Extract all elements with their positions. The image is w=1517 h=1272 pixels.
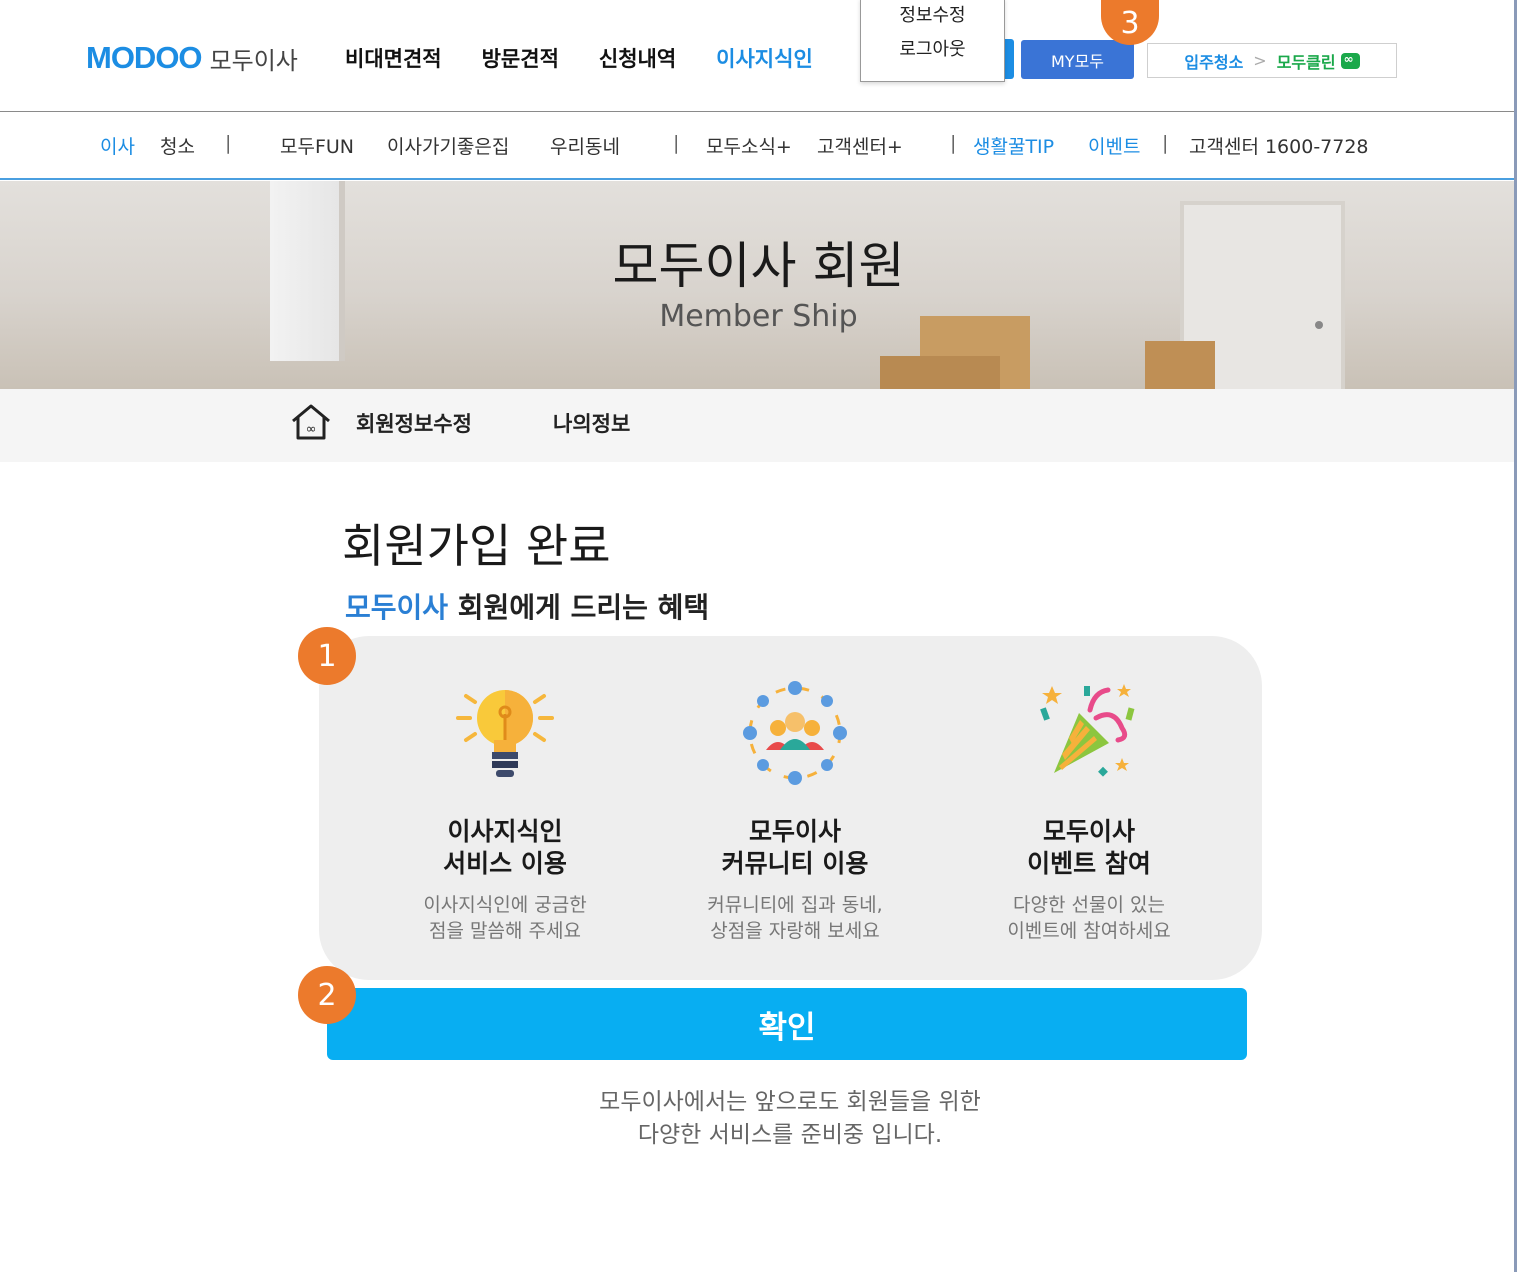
subnav-good-homes[interactable]: 이사가기좋은집 xyxy=(387,132,509,159)
annotation-badge-1: 1 xyxy=(298,627,356,685)
notice-text: 모두이사에서는 앞으로도 회원들을 위한 다양한 서비스를 준비중 입니다. xyxy=(0,1086,1517,1152)
hero-banner: 모두이사 회원 Member Ship xyxy=(0,181,1517,389)
notice-line2: 다양한 서비스를 준비중 입니다. xyxy=(637,1122,943,1148)
hero-subtitle: Member Ship xyxy=(659,299,858,334)
confirm-button[interactable]: 확인 xyxy=(327,988,1247,1060)
clean-service-link[interactable]: 입주청소 > 모두클린 xyxy=(1147,43,1397,78)
top-header: MODOO 모두이사 비대면견적 방문견적 신청내역 이사지식인 MY모두 입주… xyxy=(0,0,1517,112)
benefits-subtitle: 모두이사 회원에게 드리는 혜택 xyxy=(345,586,709,626)
subnav-customer-center-plus[interactable]: 고객센터+ xyxy=(817,132,903,159)
nav-remote-estimate[interactable]: 비대면견적 xyxy=(345,43,442,73)
modoo-clean-link[interactable]: 모두클린 xyxy=(1277,49,1336,73)
modoo-clean-logo-icon xyxy=(1340,52,1360,69)
customer-center-phone: 고객센터 1600-7728 xyxy=(1189,136,1369,158)
logo-text: 모두이사 xyxy=(209,46,298,75)
benefit-title-line1: 모두이사 xyxy=(1042,817,1135,846)
nav-visit-estimate[interactable]: 방문견적 xyxy=(482,43,559,73)
lightbulb-icon xyxy=(456,690,554,777)
menu-item-edit-info[interactable]: 정보수정 xyxy=(861,0,1004,29)
subnav-events[interactable]: 이벤트 xyxy=(1088,132,1140,159)
benefit-title: 모두이사커뮤니티 이용 xyxy=(645,816,945,880)
menu-item-logout[interactable]: 로그아웃 xyxy=(861,29,1004,67)
benefit-title: 이사지식인서비스 이용 xyxy=(355,816,655,880)
sub-nav: 이사 청소 | 모두FUN 이사가기좋은집 우리동네 | 모두소식+ 고객센터+… xyxy=(0,112,1517,180)
logo-mark: MODOO xyxy=(86,40,203,75)
benefit-description: 커뮤니티에 집과 동네, 상점을 자랑해 보세요 xyxy=(645,892,945,944)
benefit-title-line1: 이사지식인 xyxy=(447,817,563,846)
benefit-desc-line1: 이사지식인에 궁금한 xyxy=(423,894,587,916)
hero-title: 모두이사 회원 xyxy=(612,237,905,295)
notice-line1: 모두이사에서는 앞으로도 회원들을 위한 xyxy=(599,1089,981,1115)
breadcrumb xyxy=(0,389,1517,462)
subnav-neighborhood[interactable]: 우리동네 xyxy=(550,132,620,159)
benefit-title-line2: 서비스 이용 xyxy=(443,849,567,878)
page-title: 회원가입 완료 xyxy=(342,519,611,573)
breadcrumb-my-info[interactable]: 나의정보 xyxy=(553,408,630,438)
benefit-title: 모두이사이벤트 참여 xyxy=(939,816,1239,880)
divider: | xyxy=(225,132,232,154)
brand-highlight: 모두이사 xyxy=(345,591,449,624)
hero-box-decoration xyxy=(1145,341,1215,389)
benefit-description: 다양한 선물이 있는이벤트에 참여하세요 xyxy=(939,892,1239,944)
my-modoo-button[interactable]: MY모두 xyxy=(1021,40,1134,79)
user-dropdown-menu: 정보수정 로그아웃 xyxy=(860,0,1005,82)
benefit-title-line2: 이벤트 참여 xyxy=(1027,849,1151,878)
breadcrumb-edit-member-info[interactable]: 회원정보수정 xyxy=(356,408,472,438)
subnav-modoo-fun[interactable]: 모두FUN xyxy=(280,132,354,159)
benefit-description: 이사지식인에 궁금한점을 말씀해 주세요 xyxy=(355,892,655,944)
nav-moving-qna[interactable]: 이사지식인 xyxy=(716,43,813,73)
logo[interactable]: MODOO 모두이사 xyxy=(86,40,298,76)
subnav-life-tips[interactable]: 생활꿀TIP xyxy=(973,132,1054,159)
subtitle-text: 회원에게 드리는 혜택 xyxy=(448,591,710,624)
nav-application-history[interactable]: 신청내역 xyxy=(599,43,676,73)
benefits-panel: 이사지식인서비스 이용 이사지식인에 궁금한점을 말씀해 주세요 모두이사커뮤니… xyxy=(319,636,1262,980)
divider: | xyxy=(950,132,957,154)
community-icon xyxy=(743,681,847,785)
home-icon[interactable]: ∞ xyxy=(290,402,332,442)
party-popper-icon xyxy=(1040,684,1135,777)
subnav-cleaning[interactable]: 청소 xyxy=(160,132,195,159)
move-in-cleaning-link[interactable]: 입주청소 xyxy=(1184,49,1243,73)
benefit-desc-line2: 상점을 자랑해 보세요 xyxy=(710,920,880,942)
svg-text:∞: ∞ xyxy=(306,422,317,437)
subnav-moving[interactable]: 이사 xyxy=(100,132,135,159)
benefit-title-line2: 커뮤니티 이용 xyxy=(721,849,869,878)
hero-box-decoration xyxy=(880,356,1000,389)
benefit-desc-line1: 커뮤니티에 집과 동네, xyxy=(707,894,883,916)
subnav-modoo-news[interactable]: 모두소식+ xyxy=(706,132,792,159)
divider: | xyxy=(1162,132,1169,154)
benefit-title-line1: 모두이사 xyxy=(748,817,841,846)
benefit-desc-line1: 다양한 선물이 있는 xyxy=(1013,894,1165,916)
chevron-right-icon: > xyxy=(1253,51,1267,70)
main-nav: 비대면견적 방문견적 신청내역 이사지식인 xyxy=(345,43,853,73)
benefit-desc-line2: 이벤트에 참여하세요 xyxy=(1007,920,1171,942)
annotation-badge-2: 2 xyxy=(298,966,356,1024)
benefit-desc-line2: 점을 말씀해 주세요 xyxy=(429,920,581,942)
divider: | xyxy=(673,132,680,154)
